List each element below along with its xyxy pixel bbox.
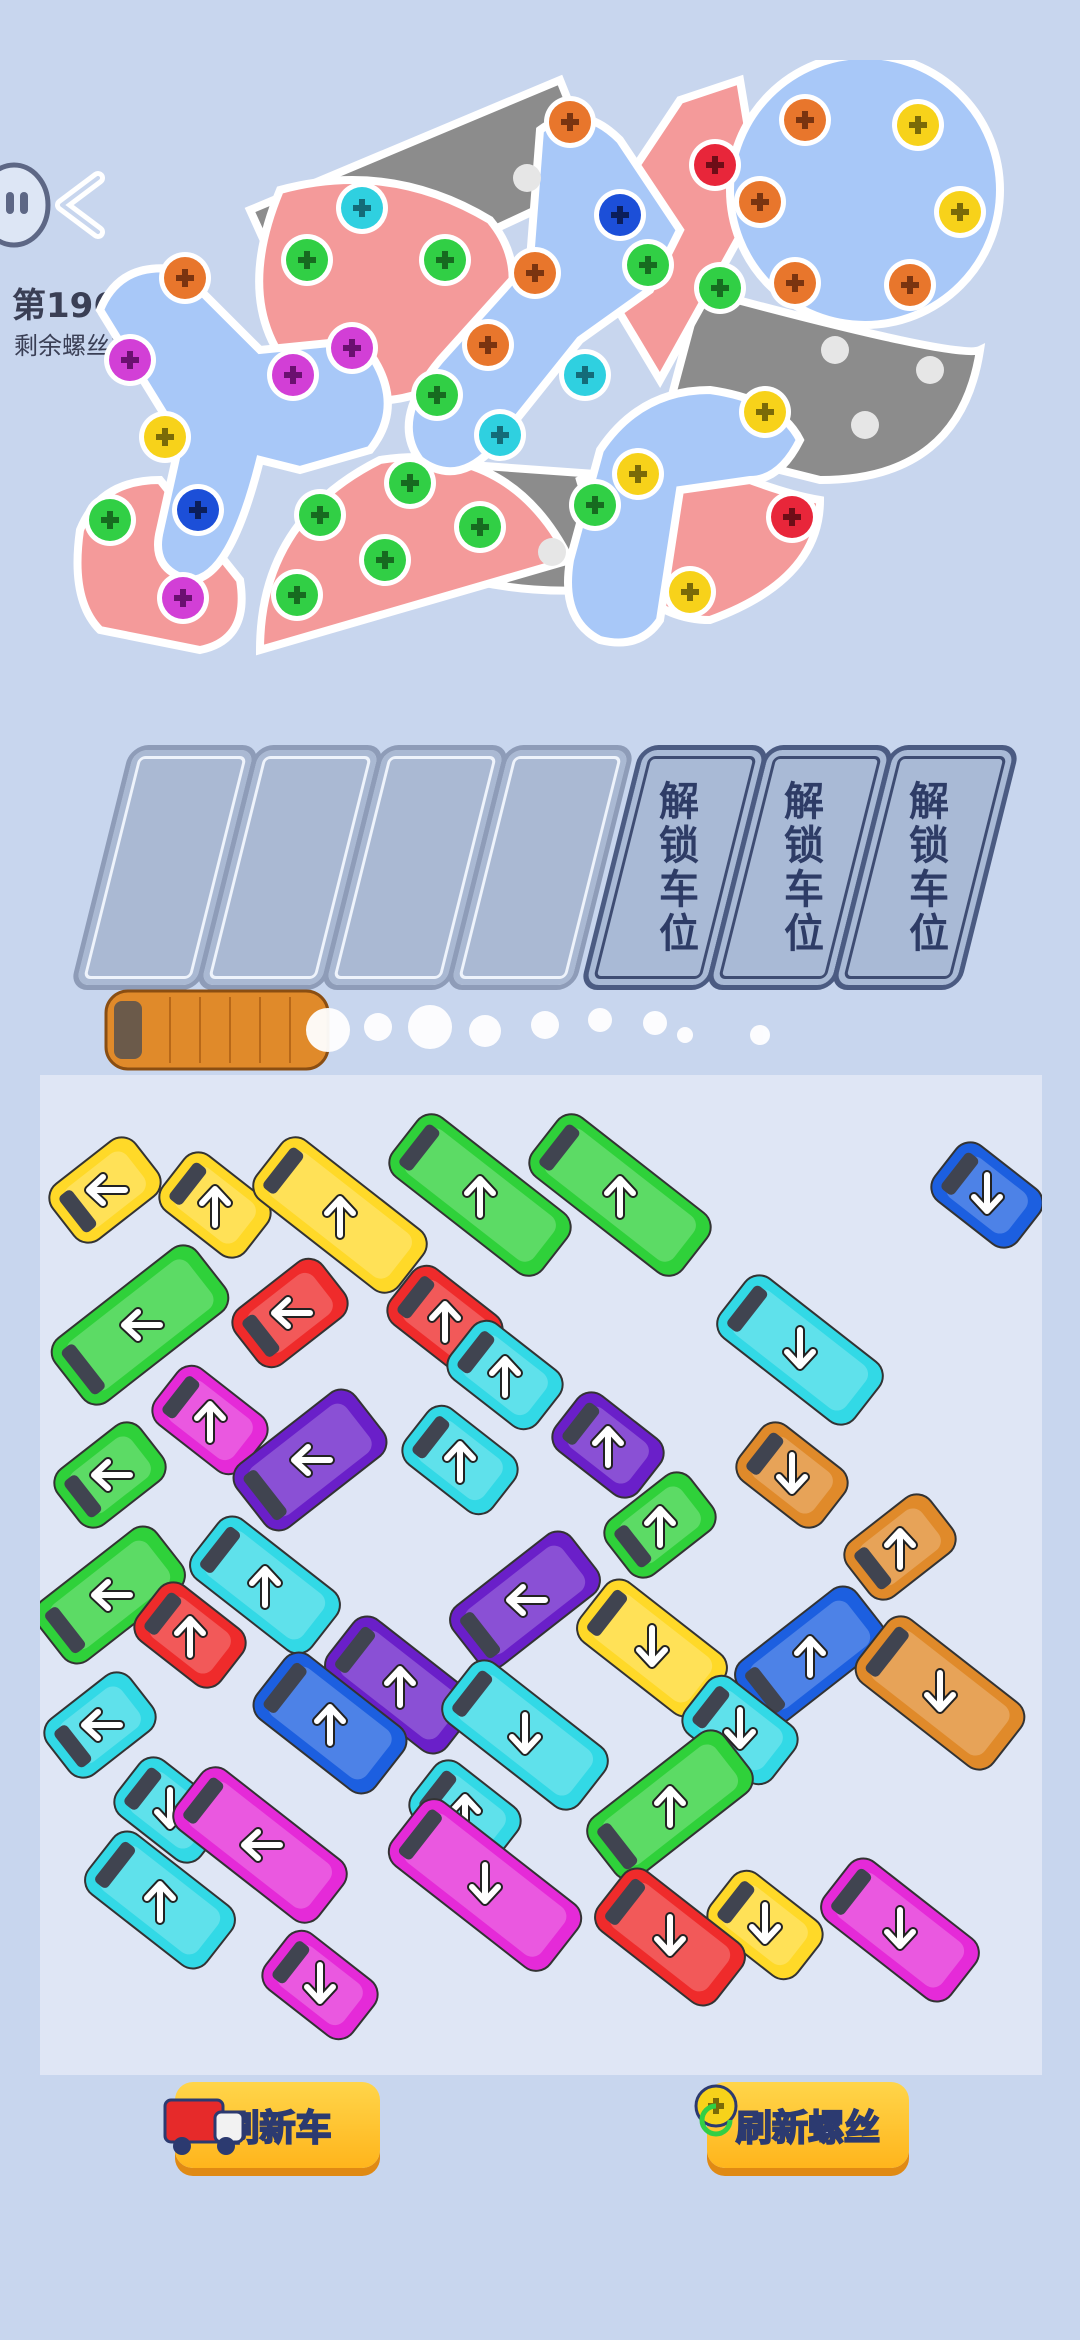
refresh-screws-label: 刷新螺丝 — [735, 2107, 881, 2150]
screw-puzzle[interactable] — [60, 60, 1020, 660]
cars-layer[interactable] — [40, 1075, 1042, 2075]
exiting-car — [104, 989, 770, 1071]
car-magenta[interactable] — [255, 1924, 385, 2047]
car-blue[interactable] — [924, 1135, 1042, 1255]
car-purple[interactable] — [226, 1382, 393, 1537]
truck-icon — [163, 2098, 245, 2155]
car-orange[interactable] — [837, 1487, 963, 1607]
screw-refresh-icon — [694, 2084, 738, 2137]
car-green[interactable] — [580, 1723, 760, 1887]
car-green[interactable] — [47, 1415, 173, 1535]
car-yellow[interactable] — [42, 1130, 168, 1250]
car-purple[interactable] — [443, 1524, 607, 1675]
car-magenta[interactable] — [814, 1851, 986, 2009]
car-cyan[interactable] — [710, 1268, 890, 1432]
car-yellow[interactable] — [152, 1145, 278, 1265]
car-orange[interactable] — [729, 1415, 855, 1535]
car-red[interactable] — [225, 1252, 355, 1375]
unlock-slot-label: 解锁车位 — [902, 779, 948, 956]
